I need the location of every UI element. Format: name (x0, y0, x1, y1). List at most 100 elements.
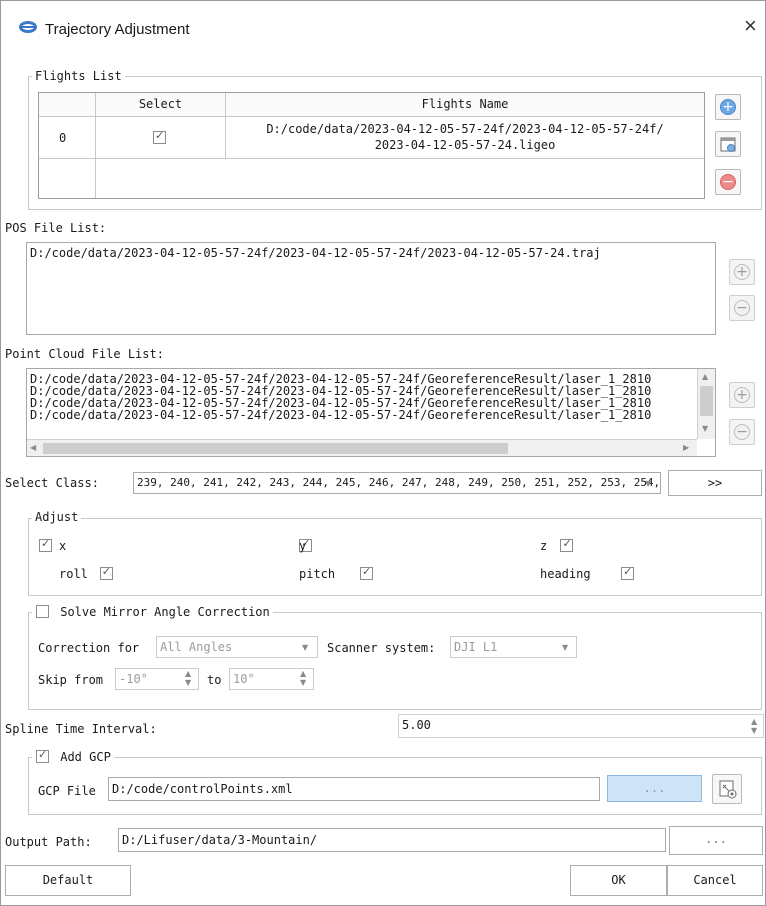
pitch-checkbox[interactable] (359, 565, 373, 580)
gcp-file-label: GCP File (38, 784, 96, 798)
select-class-label: Select Class: (5, 476, 99, 490)
add-point-cloud-button[interactable]: + (729, 382, 755, 408)
add-pos-button[interactable]: + (729, 259, 755, 285)
table-row-select-cell (96, 117, 226, 159)
correction-for-label: Correction for (38, 641, 140, 655)
scanner-system-label: Scanner system: (327, 641, 436, 655)
roll-label: roll (59, 567, 88, 581)
pos-file-list[interactable]: D:/code/data/2023-04-12-05-57-24f/2023-0… (26, 242, 716, 335)
scanner-system-combo[interactable]: DJI L1 (450, 636, 577, 658)
spline-interval-stepper-icon[interactable]: ▲ ▼ (751, 717, 757, 735)
output-path-label: Output Path: (5, 835, 92, 849)
list-item[interactable]: D:/code/data/2023-04-12-05-57-24f/2023-0… (30, 247, 715, 259)
import-flight-button[interactable] (715, 131, 741, 157)
z-checkbox[interactable] (560, 537, 574, 552)
y-label: y (299, 539, 307, 553)
remove-icon: − (720, 174, 736, 190)
add-gcp-title: Add GCP (60, 750, 111, 764)
gcp-file-input[interactable]: D:/code/controlPoints.xml (108, 777, 600, 801)
roll-checkbox[interactable] (99, 565, 113, 580)
output-path-value: D:/Lifuser/data/3-Mountain/ (122, 833, 318, 847)
import-points-icon (719, 780, 737, 799)
gcp-browse-button[interactable]: ... (607, 775, 702, 802)
x-checkbox[interactable] (39, 537, 52, 552)
ok-button[interactable]: OK (570, 865, 667, 896)
mirror-correction-group (28, 612, 762, 710)
gcp-import-button[interactable] (712, 774, 742, 804)
flights-list-title: Flights List (32, 69, 125, 83)
empty-row-cell (39, 159, 96, 198)
skip-to-value: 10° (233, 672, 255, 686)
flight-name-line2: 2023-04-12-05-57-24.ligeo (374, 138, 556, 152)
flights-table: Select Flights Name 0 D:/code/data/2023-… (38, 92, 705, 199)
flight-name-line1: D:/code/data/2023-04-12-05-57-24f/2023-0… (266, 122, 664, 136)
select-class-combo[interactable]: 239, 240, 241, 242, 243, 244, 245, 246, … (133, 472, 661, 494)
pos-file-list-label: POS File List: (5, 221, 107, 235)
scanner-system-value: DJI L1 (454, 640, 498, 654)
vertical-scroll-thumb[interactable] (700, 386, 713, 416)
close-icon[interactable]: × (744, 15, 757, 37)
pitch-label: pitch (299, 567, 336, 581)
gcp-header: Add GCP (32, 748, 114, 764)
add-flight-button[interactable]: + (715, 94, 741, 120)
mirror-correction-checkbox[interactable] (36, 605, 49, 618)
output-path-input[interactable]: D:/Lifuser/data/3-Mountain/ (118, 828, 666, 852)
point-cloud-file-list-label: Point Cloud File List: (5, 347, 164, 361)
add-icon: + (734, 264, 750, 280)
x-label: x (59, 539, 67, 553)
app-logo-icon (19, 21, 37, 33)
trajectory-adjustment-dialog: Trajectory Adjustment × Flights List Sel… (0, 0, 766, 906)
skip-from-value: -10° (119, 672, 148, 686)
adjust-title: Adjust (32, 510, 82, 524)
add-icon: + (720, 99, 736, 115)
window-title: Trajectory Adjustment (45, 21, 190, 38)
correction-for-value: All Angles (160, 640, 233, 654)
table-header-flights-name[interactable]: Flights Name (226, 93, 704, 117)
add-gcp-checkbox[interactable] (36, 748, 49, 763)
skip-to-stepper-icon[interactable]: ▲ ▼ (300, 669, 306, 687)
select-class-value: 239, 240, 241, 242, 243, 244, 245, 246, … (137, 476, 661, 489)
remove-point-cloud-button[interactable]: − (729, 419, 755, 445)
horizontal-scrollbar[interactable]: ◀ ▶ (27, 439, 697, 456)
list-item[interactable]: D:/code/data/2023-04-12-05-57-24f/2023-0… (30, 409, 696, 421)
scroll-right-icon[interactable]: ▶ (683, 443, 689, 452)
chevron-down-icon[interactable]: ▼ (645, 479, 651, 488)
remove-flight-button[interactable]: − (715, 169, 741, 195)
remove-icon: − (734, 424, 750, 440)
scroll-down-icon[interactable]: ▼ (702, 424, 708, 433)
correction-for-combo[interactable]: All Angles (156, 636, 318, 658)
z-label: z (540, 539, 548, 553)
vertical-scrollbar[interactable]: ▲ ▼ (697, 369, 715, 439)
output-browse-button[interactable]: ... (669, 826, 763, 855)
flight-select-checkbox[interactable] (153, 129, 166, 144)
spline-interval-label: Spline Time Interval: (5, 722, 157, 736)
mirror-correction-title: Solve Mirror Angle Correction (60, 605, 270, 619)
to-label: to (207, 673, 222, 687)
skip-from-label: Skip from (38, 673, 104, 687)
table-row-index: 0 (39, 117, 96, 159)
heading-checkbox[interactable] (621, 565, 635, 580)
heading-label: heading (540, 567, 591, 581)
table-header-index (39, 93, 96, 117)
skip-from-stepper-icon[interactable]: ▲ ▼ (185, 669, 191, 687)
remove-pos-button[interactable]: − (729, 295, 755, 321)
point-cloud-file-list[interactable]: D:/code/data/2023-04-12-05-57-24f/2023-0… (26, 368, 716, 457)
select-class-more-button[interactable]: >> (668, 470, 762, 496)
table-header-select[interactable]: Select (96, 93, 226, 117)
add-icon: + (734, 387, 750, 403)
gcp-file-value: D:/code/controlPoints.xml (112, 782, 293, 796)
spline-interval-value: 5.00 (402, 718, 431, 732)
adjust-group (28, 518, 762, 596)
scroll-left-icon[interactable]: ◀ (30, 443, 36, 452)
default-button[interactable]: Default (5, 865, 131, 896)
chevron-down-icon[interactable]: ▼ (562, 643, 568, 652)
spline-interval-spinbox[interactable]: 5.00 (398, 714, 764, 738)
horizontal-scroll-thumb[interactable] (43, 443, 508, 454)
table-row[interactable]: D:/code/data/2023-04-12-05-57-24f/2023-0… (226, 117, 704, 159)
scroll-up-icon[interactable]: ▲ (702, 372, 708, 381)
chevron-down-icon[interactable]: ▼ (302, 643, 308, 652)
cancel-button[interactable]: Cancel (667, 865, 763, 896)
import-icon (720, 137, 736, 152)
mirror-correction-header: Solve Mirror Angle Correction (32, 605, 273, 619)
remove-icon: − (734, 300, 750, 316)
